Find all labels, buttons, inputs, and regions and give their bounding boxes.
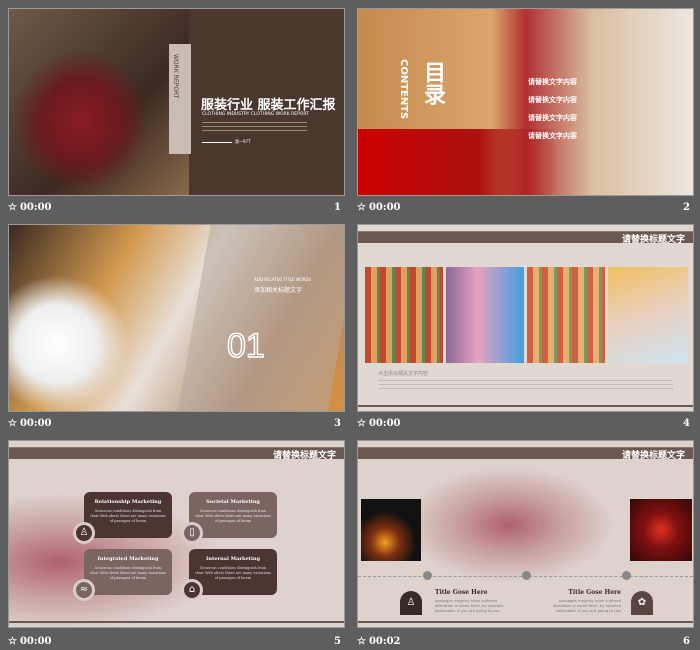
contents-item: 请替换文字内容 [528,96,577,104]
home-icon: ⌂ [181,579,203,601]
device-icon: ▯ [181,522,203,544]
star-icon[interactable]: ☆ [8,418,17,429]
photo-4 [608,267,688,363]
shoes-photo [9,275,129,411]
bar-title: 请替换标题文字 [621,235,685,245]
block-text: passages majority have suffered alterati… [552,598,621,613]
block-title: Title Gose Here [568,589,621,596]
bar-title: 请替换标题文字 [621,451,685,461]
person-icon: ♙ [400,591,422,615]
star-icon[interactable]: ☆ [357,636,366,647]
map-photo [630,499,692,561]
photo-2 [446,267,524,363]
caption-en: ADD RELATED TITLE WORDS [254,277,312,282]
photo-1 [365,267,443,363]
bar-title: 请替换标题文字 [272,451,336,461]
fashion-photo [9,9,189,195]
slide-thumbnail-5[interactable]: 请替换标题文字 Relationship Marketing Generous c… [8,440,345,628]
photo-3 [527,267,605,363]
block-text: passages majority have suffered alterati… [435,598,504,613]
title-bar: 请替换标题文字 [9,447,344,461]
slide-thumbnail-6[interactable]: 请替换标题文字 ♙ ✿ Title Gose Here passages maj… [357,440,694,628]
contents-item: 请替换文字内容 [528,132,577,140]
card-integrated-marketing: Integrated Marketing Generous conditions … [84,549,172,595]
section-number: 01 [226,326,265,366]
star-icon[interactable]: ☆ [357,202,366,213]
side-label: WORK REPORT [172,54,179,99]
people-icon: ♙ [73,522,95,544]
chart-icon: ≈ [73,579,95,601]
contents-heading: 目录 [420,61,445,105]
title-bar: 请替换标题文字 [358,231,693,245]
network-icon: ✿ [631,591,653,615]
contents-item: 请替换文字内容 [528,114,577,122]
business-photo [361,499,421,561]
slide-footer: 第一97T [235,139,251,144]
slide-title: 服装行业 服装工作汇报 [201,98,336,113]
block-title: Title Gose Here [435,589,488,596]
star-icon[interactable]: ☆ [8,202,17,213]
contents-item: 请替换文字内容 [528,78,577,86]
slide-thumbnail-2[interactable]: CONTENTS 目录 请替换文字内容 请替换文字内容 请替换文字内容 请替换文… [357,8,694,196]
text-title: 点击添加相关文字内容 [378,371,429,377]
card-relationship-marketing: Relationship Marketing Generous condition… [84,492,172,538]
star-icon[interactable]: ☆ [8,636,17,647]
slide-meta-4: ☆ 00:00 4 [357,418,690,429]
title-bar: 请替换标题文字 [358,447,693,461]
slide-meta-2: ☆ 00:00 2 [357,202,690,213]
slide-meta-1: ☆ 00:00 1 [8,202,341,213]
caption: 添加相关标题文字 [254,287,303,294]
star-icon[interactable]: ☆ [357,418,366,429]
slide-meta-3: ☆ 00:00 3 [8,418,341,429]
slide-thumbnail-4[interactable]: 请替换标题文字 点击添加相关文字内容 [357,224,694,412]
slide-subtitle: CLOTHING INDUSTRY CLOTHING WORK REPORT [202,112,309,117]
contents-label: CONTENTS [398,59,409,120]
slide-thumbnail-3[interactable]: ADD RELATED TITLE WORDS 添加相关标题文字 01 [8,224,345,412]
slide-thumbnail-1[interactable]: WORK REPORT 服装行业 服装工作汇报 CLOTHING INDUSTR… [8,8,345,196]
